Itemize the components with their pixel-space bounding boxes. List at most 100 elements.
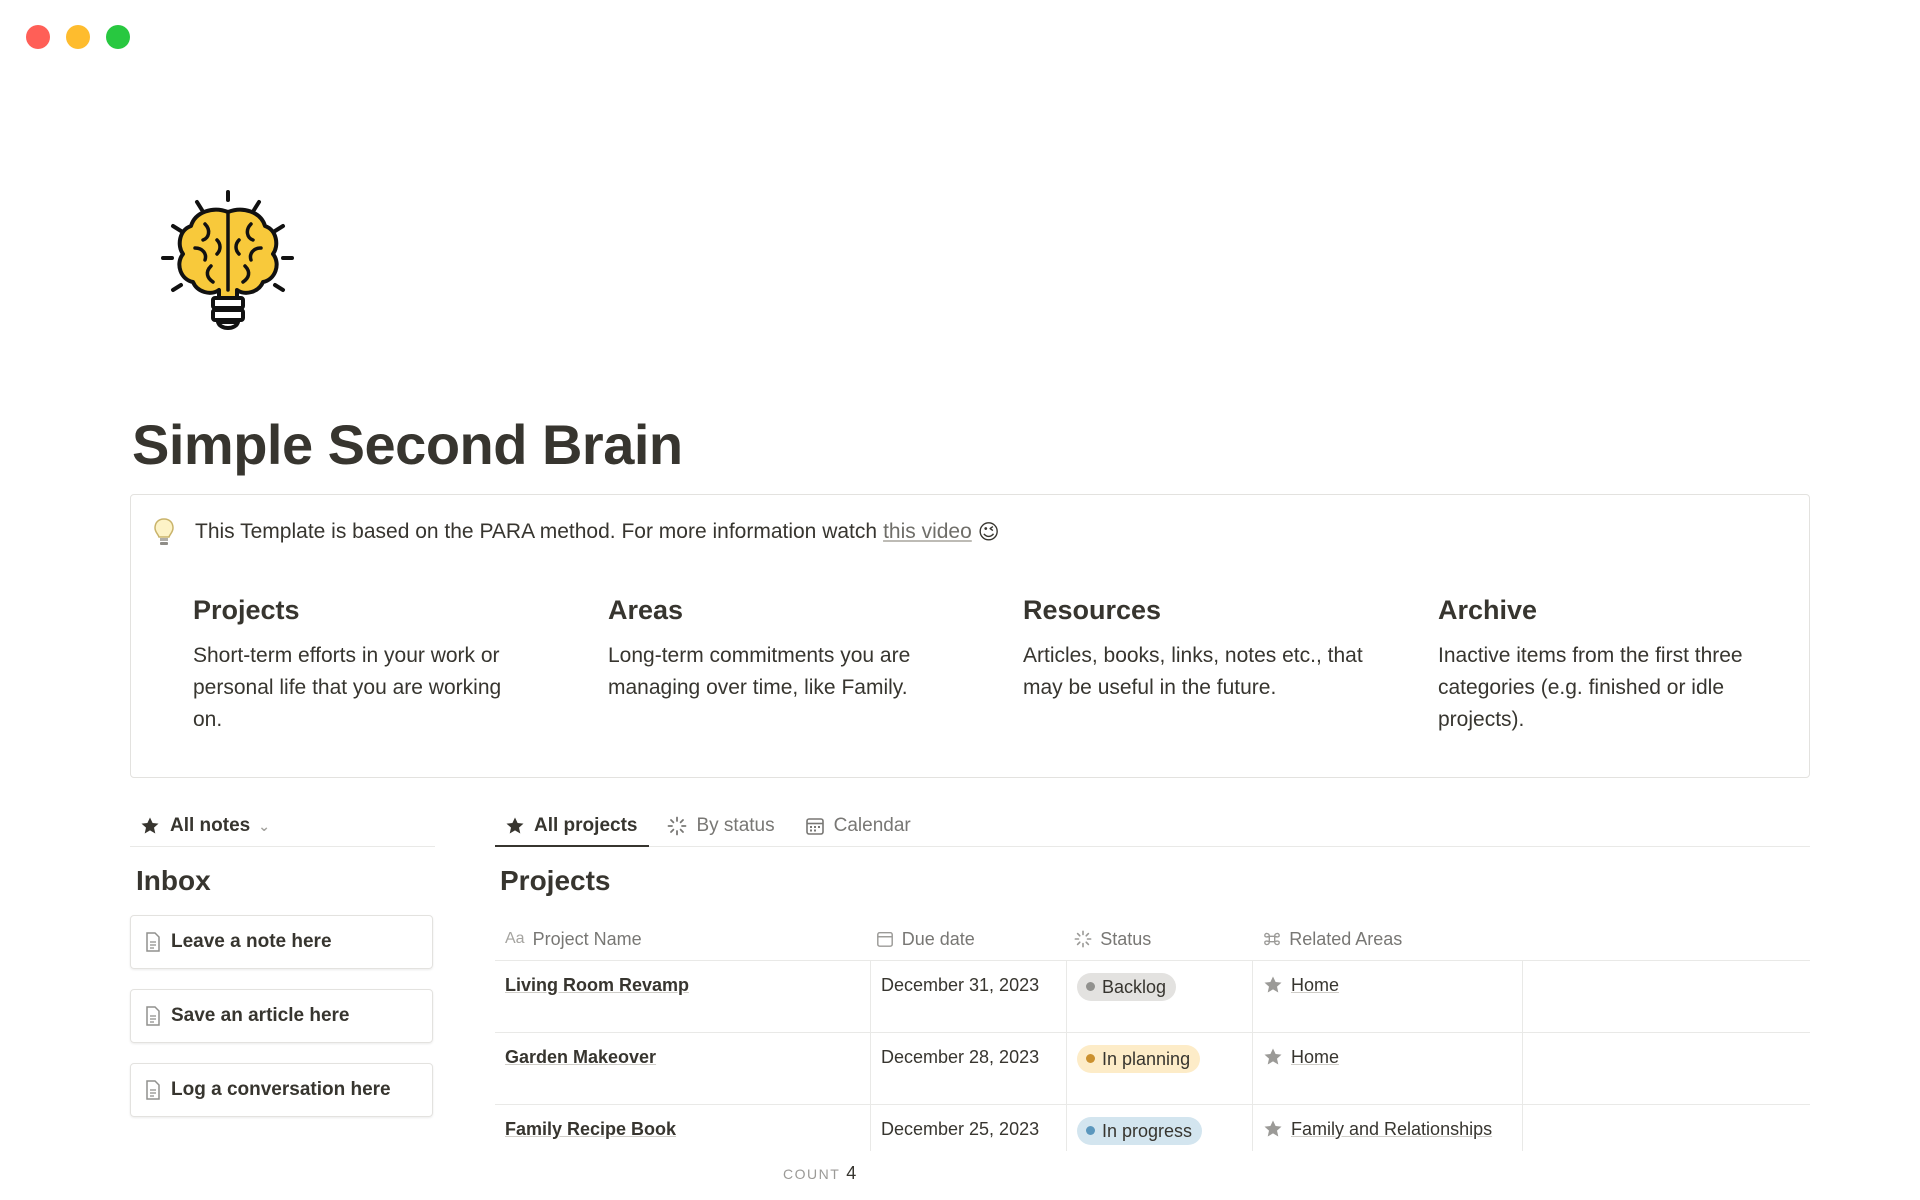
callout-text: This Template is based on the PARA metho… [195, 520, 878, 543]
tab-calendar[interactable]: Calendar [795, 806, 923, 846]
count-label: COUNT [783, 1166, 841, 1182]
area-link[interactable]: Home [1291, 971, 1339, 999]
due-date-cell[interactable]: December 28, 2023 [870, 1033, 1066, 1104]
button-label: Save an article here [171, 1005, 350, 1026]
status-dot [1086, 982, 1095, 991]
all-notes-view-selector[interactable]: All notes ⌄ [130, 806, 435, 847]
status-badge: In progress [1077, 1116, 1203, 1145]
due-date-cell[interactable]: December 31, 2023 [870, 961, 1066, 1032]
projects-database: All projects By status Calendar Projects [495, 806, 1810, 1151]
video-link[interactable]: this video [883, 520, 972, 544]
button-label: Leave a note here [171, 931, 332, 952]
project-name[interactable]: Family Recipe Book [505, 1119, 676, 1139]
page-title[interactable]: Simple Second Brain [132, 412, 683, 477]
projects-table: Aa Project Name Due date Status Related … [495, 918, 1810, 1151]
chevron-down-icon[interactable]: ⌄ [258, 818, 270, 835]
para-heading: Areas [608, 595, 684, 625]
para-heading: Projects [193, 595, 300, 625]
notes-panel: All notes ⌄ Inbox Leave a note here Save… [130, 806, 435, 1137]
inbox-heading: Inbox [136, 865, 211, 896]
status-icon [668, 816, 687, 836]
save-article-button[interactable]: Save an article here [130, 989, 433, 1043]
status-dot [1086, 1054, 1095, 1063]
column-label: Status [1100, 928, 1152, 949]
page-icon [146, 1006, 160, 1026]
project-name-cell[interactable]: Family Recipe Book [495, 1105, 870, 1151]
wink-emoji: 😉 [977, 520, 1000, 544]
close-window-button[interactable] [26, 25, 50, 49]
callout-intro: This Template is based on the PARA metho… [153, 517, 1000, 547]
view-label: All notes [170, 815, 251, 836]
tab-by-status[interactable]: By status [657, 806, 786, 846]
tab-label: All projects [534, 814, 638, 836]
status-badge: In planning [1077, 1044, 1201, 1073]
project-name[interactable]: Living Room Revamp [505, 975, 689, 995]
column-label: Due date [901, 928, 975, 949]
project-name-cell[interactable]: Living Room Revamp [495, 961, 870, 1032]
database-view-tabs: All projects By status Calendar [495, 806, 1810, 847]
para-description: Short-term efforts in your work or perso… [193, 644, 502, 731]
page-icon [146, 1080, 160, 1100]
para-heading: Archive [1438, 595, 1538, 625]
project-name[interactable]: Garden Makeover [505, 1047, 656, 1067]
status-cell[interactable]: In progress [1066, 1105, 1252, 1151]
empty-cell [1522, 1033, 1810, 1104]
lightbulb-icon[interactable] [153, 517, 175, 547]
column-label: Project Name [532, 928, 642, 949]
para-heading: Resources [1023, 595, 1162, 625]
text-property-icon: Aa [505, 930, 525, 947]
table-row[interactable]: Living Room Revamp December 31, 2023 Bac… [495, 961, 1810, 1033]
star-icon [1264, 1048, 1282, 1065]
window-controls [26, 25, 130, 49]
tab-label: Calendar [833, 815, 911, 836]
related-areas-cell[interactable]: Home [1252, 961, 1522, 1032]
projects-heading[interactable]: Projects [500, 865, 1810, 897]
table-row[interactable]: Family Recipe Book December 25, 2023 In … [495, 1105, 1810, 1151]
para-column-projects: Projects Short-term efforts in your work… [193, 595, 608, 736]
column-header-related-areas[interactable]: Related Areas [1253, 929, 1523, 950]
table-row[interactable]: Garden Makeover December 28, 2023 In pla… [495, 1033, 1810, 1105]
column-header-status[interactable]: Status [1064, 929, 1253, 950]
column-header-project-name[interactable]: Aa Project Name [495, 929, 866, 950]
minimize-window-button[interactable] [66, 25, 90, 49]
area-link[interactable]: Home [1291, 1043, 1339, 1071]
para-description: Inactive items from the first three cate… [1438, 644, 1743, 731]
zoom-window-button[interactable] [106, 25, 130, 49]
log-conversation-button[interactable]: Log a conversation here [130, 1063, 433, 1117]
para-description: Long-term commitments you are managing o… [608, 644, 911, 699]
status-dot [1086, 1126, 1095, 1135]
status-label: Backlog [1102, 976, 1167, 997]
para-callout: This Template is based on the PARA metho… [130, 494, 1810, 778]
column-label: Related Areas [1289, 928, 1403, 949]
para-column-areas: Areas Long-term commitments you are mana… [608, 595, 1023, 736]
tab-label: By status [696, 815, 775, 836]
area-link[interactable]: Family and Relationships [1291, 1115, 1492, 1143]
table-header-row: Aa Project Name Due date Status Related … [495, 918, 1810, 961]
project-name-cell[interactable]: Garden Makeover [495, 1033, 870, 1104]
tab-all-projects[interactable]: All projects [495, 806, 650, 847]
para-column-resources: Resources Articles, books, links, notes … [1023, 595, 1438, 736]
column-header-due-date[interactable]: Due date [866, 929, 1065, 950]
empty-cell [1522, 961, 1810, 1032]
star-icon [1264, 976, 1282, 993]
calendar-icon [876, 931, 893, 947]
row-count: COUNT 4 [783, 1163, 856, 1184]
status-cell[interactable]: Backlog [1066, 961, 1252, 1032]
status-cell[interactable]: In planning [1066, 1033, 1252, 1104]
related-areas-cell[interactable]: Home [1252, 1033, 1522, 1104]
relation-icon [1264, 932, 1281, 946]
status-label: In progress [1102, 1120, 1193, 1141]
button-label: Log a conversation here [171, 1079, 391, 1100]
star-icon [1264, 1120, 1282, 1137]
para-column-archive: Archive Inactive items from the first th… [1438, 595, 1853, 736]
brain-lightbulb-icon[interactable] [155, 186, 300, 346]
related-areas-cell[interactable]: Family and Relationships [1252, 1105, 1522, 1151]
status-icon [1074, 930, 1092, 948]
due-date-cell[interactable]: December 25, 2023 [870, 1105, 1066, 1151]
related-area[interactable]: Home [1263, 1043, 1512, 1071]
leave-note-button[interactable]: Leave a note here [130, 915, 433, 969]
star-icon [141, 817, 159, 834]
related-area[interactable]: Family and Relationships [1263, 1115, 1512, 1143]
related-area[interactable]: Home [1263, 971, 1512, 999]
para-columns: Projects Short-term efforts in your work… [193, 595, 1853, 736]
